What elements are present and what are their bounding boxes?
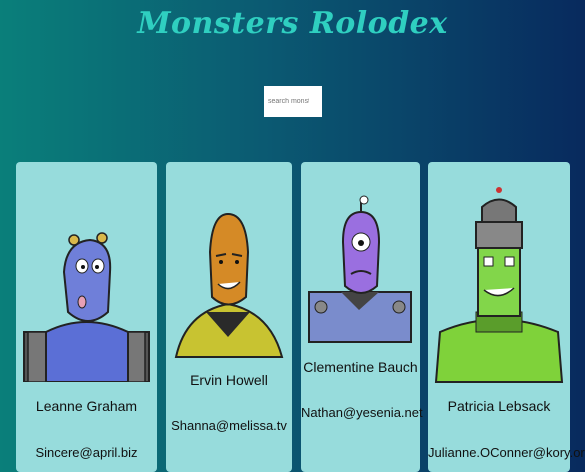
monster-name: Leanne Graham	[35, 398, 138, 414]
monster-card[interactable]: Ervin Howell Shanna@melissa.tv	[166, 162, 292, 472]
monster-name: Ervin Howell	[190, 372, 268, 388]
monster-card[interactable]: Clementine Bauch Nathan@yesenia.net	[301, 162, 423, 472]
monster-email: Nathan@yesenia.net	[301, 405, 423, 420]
monster-image	[434, 187, 564, 383]
monster-email: Julianne.OConner@kory.org	[428, 445, 585, 460]
monster-image	[308, 195, 412, 343]
monster-card[interactable]: Leanne Graham Sincere@april.biz	[16, 162, 157, 472]
search-input[interactable]	[264, 86, 322, 117]
monster-name: Clementine Bauch	[303, 359, 418, 375]
monster-image	[23, 232, 150, 382]
monster-name: Patricia Lebsack	[447, 398, 551, 414]
monster-email: Shanna@melissa.tv	[171, 418, 287, 433]
monster-card[interactable]: Patricia Lebsack Julianne.OConner@kory.o…	[428, 162, 585, 472]
monster-email: Sincere@april.biz	[35, 445, 138, 460]
monster-image	[174, 212, 284, 358]
app-title: Monsters Rolodex	[137, 6, 448, 41]
